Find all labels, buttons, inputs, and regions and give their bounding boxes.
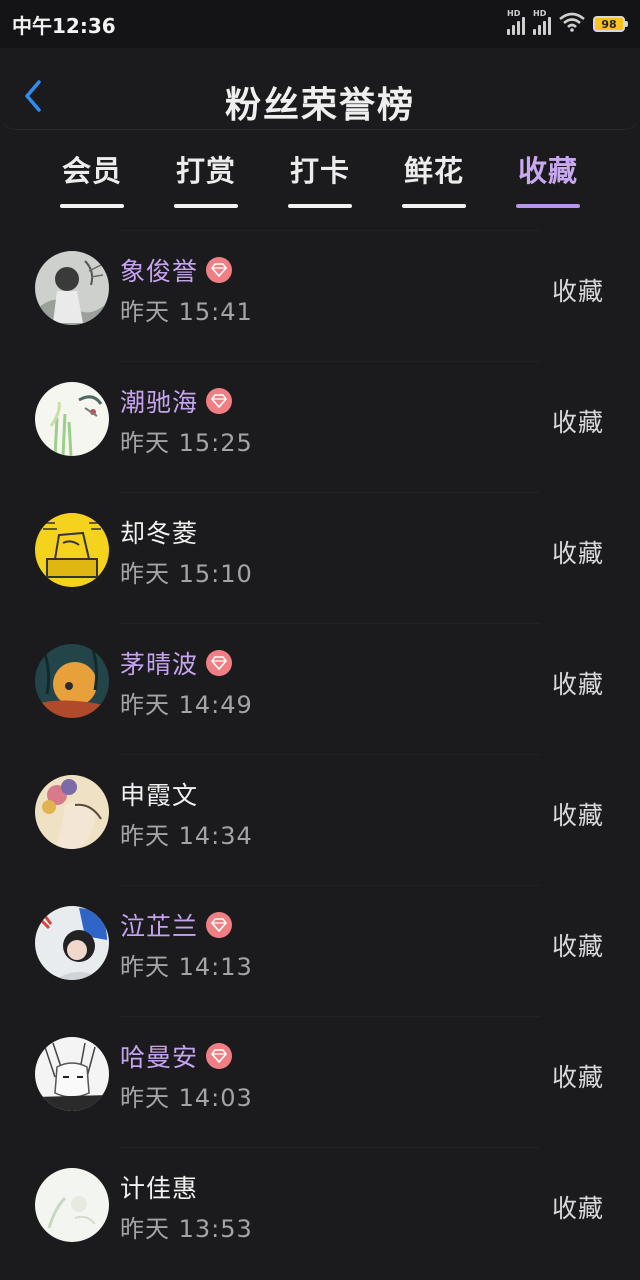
diamond-icon <box>206 257 233 283</box>
action-label: 收藏 <box>551 1194 604 1223</box>
diamond-icon <box>206 650 233 676</box>
diamond-icon <box>206 1043 233 1069</box>
tab-underline-active <box>516 204 580 208</box>
action-label: 收藏 <box>551 670 604 699</box>
avatar[interactable] <box>35 1037 109 1111</box>
divider <box>120 361 540 362</box>
tab-favorites[interactable]: 收藏 <box>508 148 588 208</box>
avatar[interactable] <box>35 513 109 587</box>
tab-label: 收藏 <box>517 154 578 188</box>
list-item[interactable]: 申霞文 昨天 14:34 收藏 <box>0 754 640 885</box>
hd-label-2: HD <box>533 9 547 18</box>
name-row: 申霞文 <box>120 776 198 812</box>
divider <box>120 1016 540 1017</box>
action-label: 收藏 <box>551 932 604 961</box>
user-name: 计佳惠 <box>120 1174 199 1203</box>
user-name: 潮驰海 <box>120 388 199 417</box>
user-name: 申霞文 <box>120 781 199 810</box>
tab-label: 打卡 <box>289 154 350 188</box>
user-name: 却冬菱 <box>120 519 199 548</box>
user-name: 象俊誉 <box>120 257 199 286</box>
timestamp: 昨天 14:13 <box>120 953 253 981</box>
tab-underline <box>402 204 466 208</box>
divider <box>120 230 540 231</box>
signal-icon: HD <box>507 9 525 35</box>
divider <box>120 754 540 755</box>
page-title: 粉丝荣誉榜 <box>224 85 415 126</box>
action-label: 收藏 <box>551 801 604 830</box>
tab-underline <box>288 204 352 208</box>
battery-level: 98 <box>593 16 625 32</box>
timestamp: 昨天 14:34 <box>120 822 253 850</box>
tab-flowers[interactable]: 鲜花 <box>394 148 474 208</box>
wifi-icon <box>559 12 585 36</box>
name-row: 茅晴波 <box>120 645 233 681</box>
battery-icon: 98 <box>593 16 628 32</box>
diamond-icon <box>206 912 233 938</box>
name-row: 计佳惠 <box>120 1169 198 1205</box>
list-item[interactable]: 潮驰海 昨天 15:25 收藏 <box>0 361 640 492</box>
timestamp: 昨天 15:10 <box>120 560 253 588</box>
name-row: 泣芷兰 <box>120 907 233 943</box>
name-row: 哈曼安 <box>120 1038 233 1074</box>
divider <box>120 623 540 624</box>
timestamp: 昨天 15:41 <box>120 298 253 326</box>
list-item[interactable]: 茅晴波 昨天 14:49 收藏 <box>0 623 640 754</box>
action-label: 收藏 <box>551 539 604 568</box>
action-label: 收藏 <box>551 277 604 306</box>
signal-icon-2: HD <box>533 9 551 35</box>
avatar[interactable] <box>35 644 109 718</box>
avatar[interactable] <box>35 1168 109 1242</box>
status-bar: 中午12:36 HD HD 98 <box>0 0 640 48</box>
status-icons: HD HD 98 <box>507 9 628 36</box>
tab-checkin[interactable]: 打卡 <box>280 148 360 208</box>
user-name: 茅晴波 <box>120 650 199 679</box>
header: 粉丝荣誉榜 <box>0 48 640 130</box>
hd-label: HD <box>507 9 521 18</box>
avatar[interactable] <box>35 251 109 325</box>
user-name: 哈曼安 <box>120 1043 199 1072</box>
list-item[interactable]: 哈曼安 昨天 14:03 收藏 <box>0 1016 640 1147</box>
timestamp: 昨天 13:53 <box>120 1215 253 1243</box>
timestamp: 昨天 15:25 <box>120 429 253 457</box>
tab-underline <box>60 204 124 208</box>
tab-rewards[interactable]: 打赏 <box>166 148 246 208</box>
tab-label: 鲜花 <box>403 154 464 188</box>
tab-members[interactable]: 会员 <box>52 148 132 208</box>
action-label: 收藏 <box>551 408 604 437</box>
timestamp: 昨天 14:03 <box>120 1084 253 1112</box>
list-item[interactable]: 计佳惠 昨天 13:53 收藏 <box>0 1147 640 1278</box>
tab-label: 会员 <box>61 154 122 188</box>
list-item[interactable]: 却冬菱 昨天 15:10 收藏 <box>0 492 640 623</box>
tab-underline <box>174 204 238 208</box>
user-name: 泣芷兰 <box>120 912 199 941</box>
action-label: 收藏 <box>551 1063 604 1092</box>
fan-list: 象俊誉 昨天 15:41 收藏 潮驰海 昨天 15:25 收藏 却冬菱 昨天 1… <box>0 230 640 1278</box>
name-row: 潮驰海 <box>120 383 233 419</box>
list-item[interactable]: 泣芷兰 昨天 14:13 收藏 <box>0 885 640 1016</box>
avatar[interactable] <box>35 775 109 849</box>
timestamp: 昨天 14:49 <box>120 691 253 719</box>
divider <box>120 492 540 493</box>
tab-bar: 会员 打赏 打卡 鲜花 收藏 <box>0 140 640 216</box>
diamond-icon <box>206 388 233 414</box>
status-time: 中午12:36 <box>12 13 116 38</box>
tab-label: 打赏 <box>175 154 236 188</box>
avatar[interactable] <box>35 382 109 456</box>
divider <box>120 1147 540 1148</box>
name-row: 象俊誉 <box>120 252 233 288</box>
avatar[interactable] <box>35 906 109 980</box>
name-row: 却冬菱 <box>120 514 198 550</box>
divider <box>120 885 540 886</box>
list-item[interactable]: 象俊誉 昨天 15:41 收藏 <box>0 230 640 361</box>
